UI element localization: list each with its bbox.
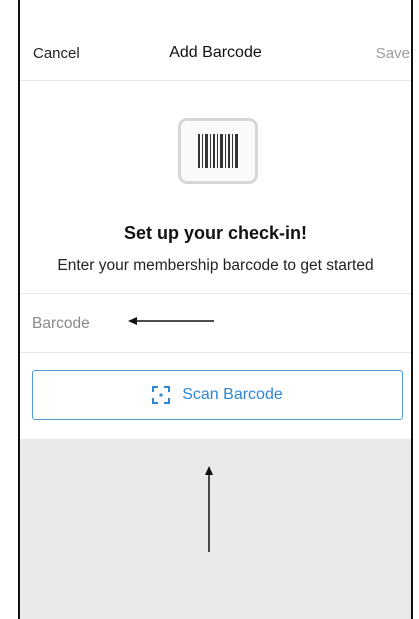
page-title: Add Barcode xyxy=(169,44,262,61)
divider-bottom xyxy=(20,352,411,353)
setup-title: Set up your check-in! xyxy=(123,223,308,243)
barcode-icon xyxy=(178,118,258,184)
save-button[interactable]: Save xyxy=(376,45,410,62)
navigation-bar: Cancel Add Barcode Save xyxy=(20,36,411,81)
phone-screen: Cancel Add Barcode Save Set up your chec… xyxy=(18,0,413,619)
barcode-icon-graphic xyxy=(198,134,238,168)
annotation-arrow-up xyxy=(205,466,213,552)
camera-preview-area xyxy=(20,439,411,619)
annotation-arrow-left xyxy=(128,317,214,325)
scan-barcode-button[interactable]: Scan Barcode xyxy=(32,370,403,420)
divider-top xyxy=(20,293,411,294)
scan-barcode-label: Scan Barcode xyxy=(182,386,283,403)
setup-subtitle: Enter your membership barcode to get sta… xyxy=(57,257,374,274)
scan-icon xyxy=(152,386,171,404)
